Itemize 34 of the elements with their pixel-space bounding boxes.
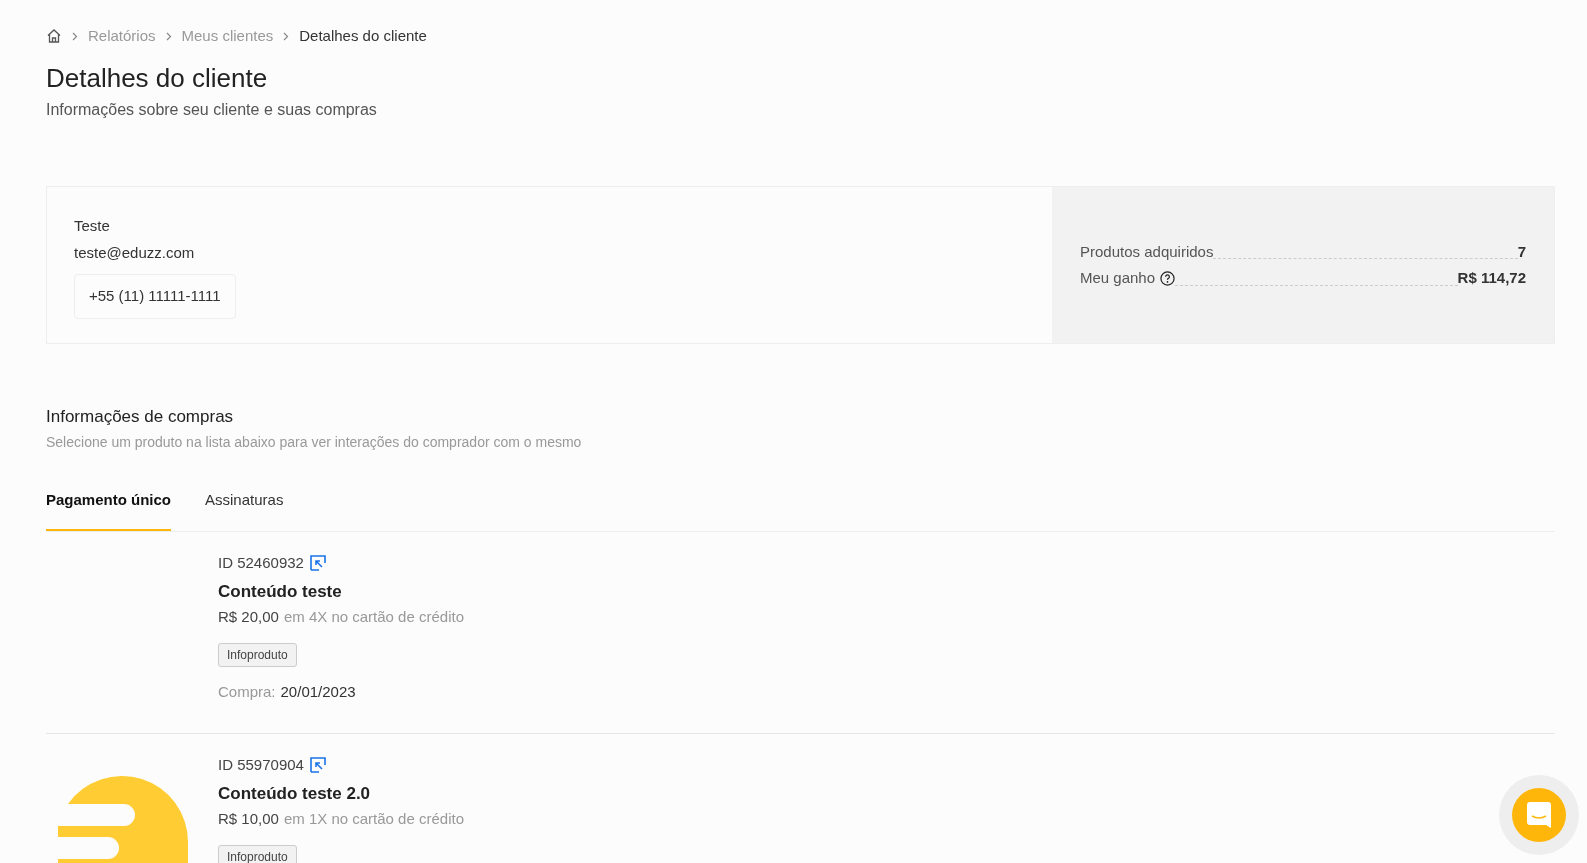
purchase-date: 20/01/2023 — [280, 681, 356, 702]
client-name: Teste — [74, 216, 111, 236]
product-tag: Infoproduto — [218, 844, 297, 863]
phone-chip: +55 (11) 11111-1111 — [74, 274, 236, 319]
client-email: teste@eduzz.com — [74, 242, 196, 263]
breadcrumb-link[interactable]: Detalhes do cliente — [299, 24, 427, 48]
section-title: Informações de compras — [46, 406, 235, 428]
section-subtitle: Selecione um produto na lista abaixo para ver interações do comprador com o mesmo — [46, 432, 583, 452]
product-id: ID 52460932 — [218, 553, 304, 573]
summary-label: Produtos adquiridos — [1080, 241, 1214, 262]
chevron-icon — [165, 31, 172, 41]
product-tag: Infoproduto — [218, 642, 297, 667]
page-subtitle: Informações sobre seu cliente e suas compras — [46, 100, 378, 120]
date-label: Compra: — [218, 681, 276, 702]
product-id: ID 55970904 — [218, 755, 304, 775]
external-link-icon[interactable] — [309, 757, 326, 774]
home-icon[interactable] — [46, 28, 62, 44]
product-name: Conteúdo teste 2.0 — [218, 782, 372, 805]
payment-info: em 4X no cartão de crédito — [283, 607, 464, 627]
chevron-icon — [72, 31, 78, 41]
external-link-icon[interactable] — [309, 555, 326, 572]
summary-value: R$ 114,72 — [1457, 268, 1526, 288]
product-price: R$ 20,00 — [218, 607, 279, 627]
product-price: R$ 10,00 — [218, 809, 279, 829]
help-icon[interactable] — [1160, 270, 1176, 286]
summary-label: Meu ganho — [1080, 268, 1156, 288]
page-title: Detalhes do cliente — [46, 62, 269, 95]
chevron-icon — [283, 31, 290, 41]
chat-icon — [1527, 802, 1551, 828]
payment-info: em 1X no cartão de crédito — [283, 809, 464, 829]
product-name: Conteúdo teste — [218, 580, 343, 603]
tab[interactable]: Assinaturas — [205, 488, 284, 531]
summary-value: 7 — [1517, 241, 1526, 262]
tab[interactable]: Pagamento único — [46, 488, 172, 531]
